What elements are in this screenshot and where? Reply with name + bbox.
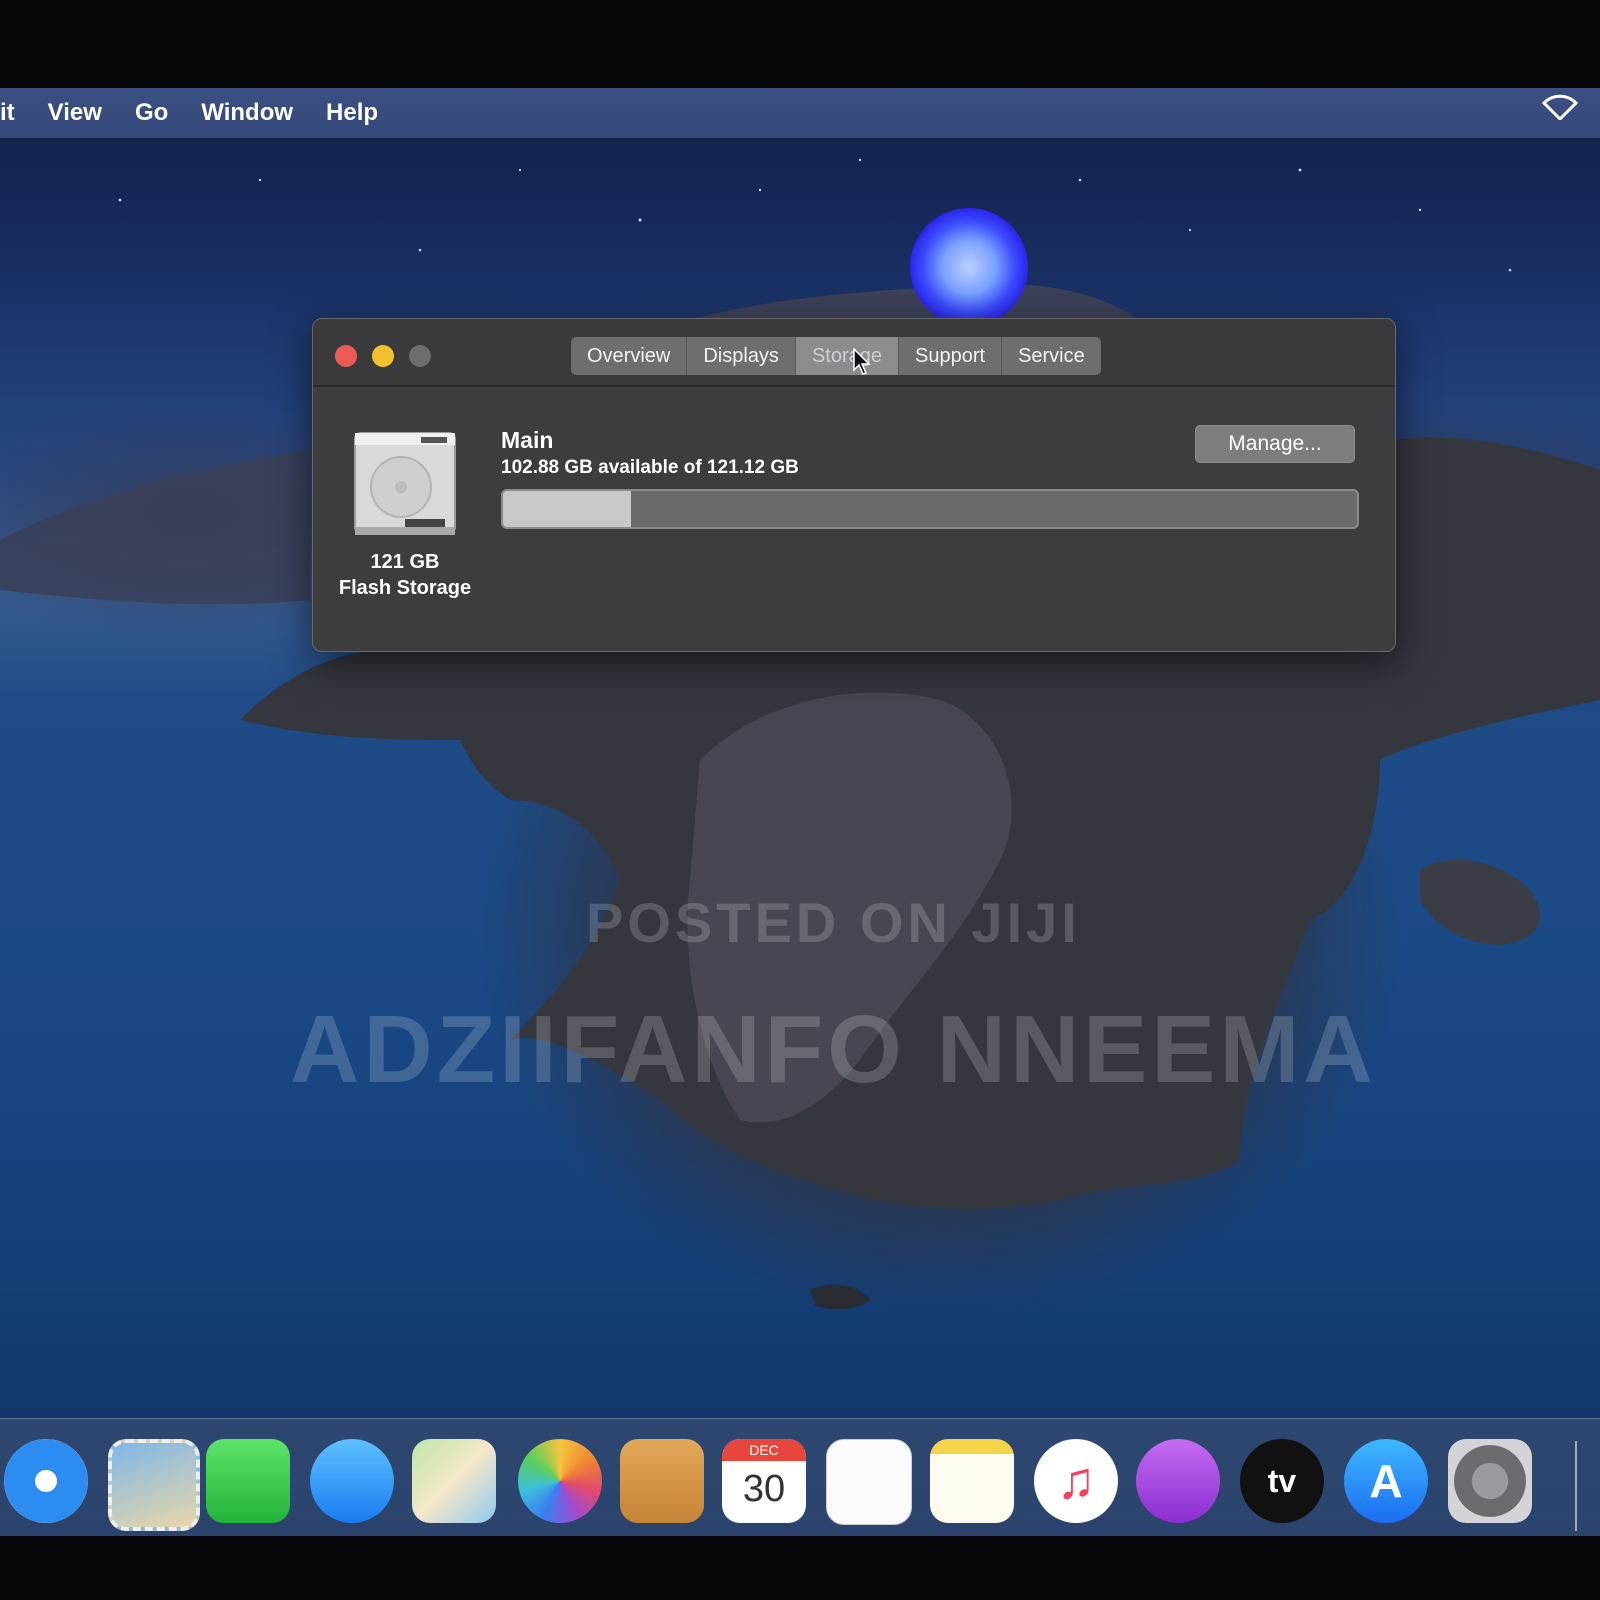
podcasts-icon[interactable] [1136,1439,1220,1523]
menu-view[interactable]: View [48,99,102,127]
contacts-icon[interactable] [620,1439,704,1523]
dock-divider [1575,1441,1577,1531]
menu-help[interactable]: Help [326,99,378,127]
app-store-icon[interactable]: A [1344,1439,1428,1523]
wifi-icon[interactable] [1542,94,1578,120]
zoom-button[interactable] [409,345,431,367]
app-store-glyph: A [1369,1455,1403,1507]
calendar-day: 30 [742,1468,786,1510]
storage-used-segment [503,491,632,527]
reminders-icon[interactable] [826,1439,912,1525]
hard-drive-icon [354,432,456,535]
disk-type: Flash Storage [338,577,472,599]
tab-storage[interactable]: Storage [795,337,899,375]
system-preferences-icon[interactable] [1448,1439,1532,1523]
menu-bar: it View Go Window Help [0,88,1600,138]
tab-overview[interactable]: Overview [571,337,688,375]
safari-icon[interactable] [4,1439,88,1523]
dock: DEC 30 ♫ tv A [0,1418,1600,1537]
screen-bezel-bottom [0,1536,1600,1600]
watermark-seller: ADZIIFANFO NNEEMA [290,996,1377,1103]
volume-available: 102.88 GB available of 121.12 GB [501,457,799,478]
mail-icon[interactable] [108,1439,200,1531]
calendar-month: DEC [722,1439,806,1461]
calendar-icon[interactable]: DEC 30 [722,1439,806,1523]
tab-bar: Overview Displays Storage Support Servic… [571,337,1101,375]
watermark-posted: POSTED ON JIJI [586,891,1081,954]
messages-icon[interactable] [310,1439,394,1523]
menu-go[interactable]: Go [135,99,168,127]
menu-edit[interactable]: it [0,99,15,127]
notes-icon[interactable] [930,1439,1014,1523]
tab-support[interactable]: Support [899,337,1003,375]
island-silhouette [0,284,1600,1310]
close-button[interactable] [335,345,357,367]
desktop: it View Go Window Help POSTED ON JIJI AD… [0,0,1600,1600]
apple-tv-icon[interactable]: tv [1240,1439,1324,1523]
tab-service[interactable]: Service [1002,337,1101,375]
music-note-icon: ♫ [1056,1452,1096,1510]
music-icon[interactable]: ♫ [1034,1439,1118,1523]
storage-usage-bar [501,489,1359,529]
photos-icon[interactable] [518,1439,602,1523]
apple-tv-label: tv [1267,1463,1297,1499]
menu-window[interactable]: Window [201,99,293,127]
minimize-button[interactable] [372,345,394,367]
maps-icon[interactable] [412,1439,496,1523]
manage-button[interactable]: Manage... [1195,425,1355,463]
mouse-pointer-icon [853,348,871,375]
tab-displays[interactable]: Displays [687,337,796,375]
facetime-icon[interactable] [206,1439,290,1523]
volume-name: Main [501,427,554,453]
disk-capacity: 121 GB [370,551,440,573]
cursor-highlight [910,208,1028,326]
